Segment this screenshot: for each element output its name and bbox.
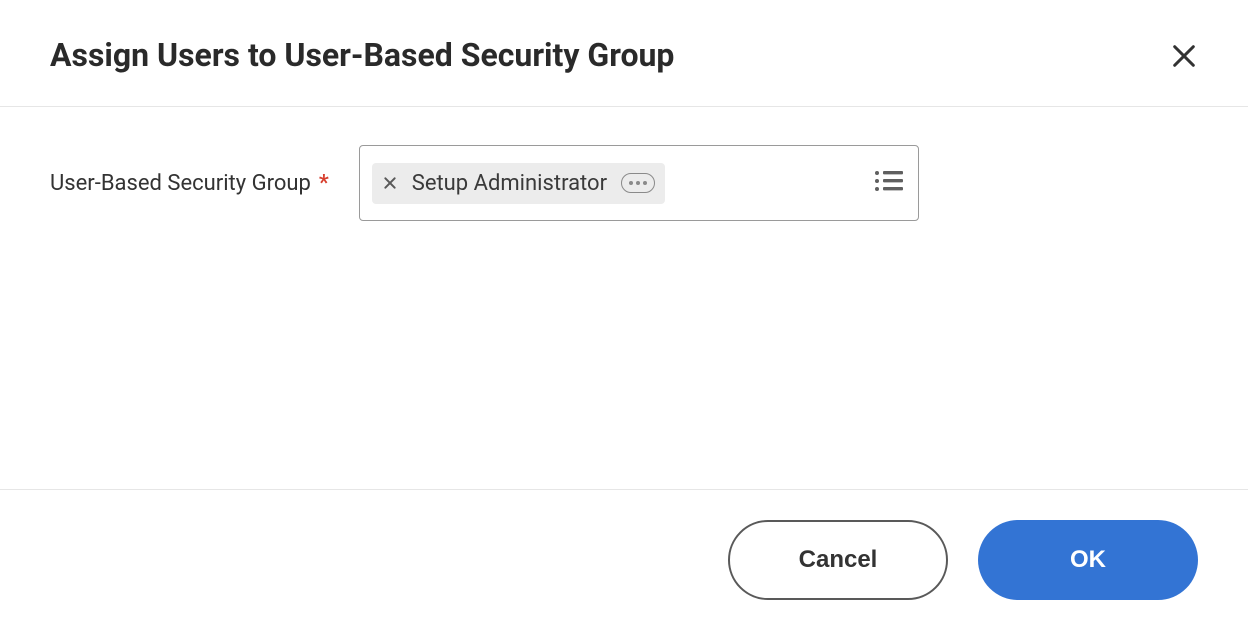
prompt-list-button[interactable]	[874, 169, 904, 197]
close-icon	[1170, 42, 1198, 70]
ellipsis-icon	[643, 181, 647, 185]
security-group-prompt[interactable]: Setup Administrator	[359, 145, 919, 221]
remove-selection-button[interactable]	[382, 175, 398, 191]
dialog-title: Assign Users to User-Based Security Grou…	[50, 36, 1198, 74]
dialog-footer: Cancel OK	[0, 489, 1248, 624]
list-icon	[874, 169, 904, 193]
field-label-text: User-Based Security Group	[50, 171, 311, 196]
field-label-security-group: User-Based Security Group *	[50, 171, 329, 196]
selected-value-pill: Setup Administrator	[372, 163, 665, 204]
selected-value-text: Setup Administrator	[412, 171, 607, 196]
cancel-button[interactable]: Cancel	[728, 520, 948, 600]
ellipsis-icon	[636, 181, 640, 185]
dialog-header: Assign Users to User-Based Security Grou…	[0, 0, 1248, 107]
ellipsis-icon	[629, 181, 633, 185]
x-icon	[382, 175, 398, 191]
dialog-body: User-Based Security Group * Setup Admini…	[0, 107, 1248, 221]
ok-button[interactable]: OK	[978, 520, 1198, 600]
field-row-security-group: User-Based Security Group * Setup Admini…	[50, 145, 1198, 221]
related-actions-button[interactable]	[621, 173, 655, 193]
required-indicator: *	[319, 171, 329, 196]
close-button[interactable]	[1164, 36, 1204, 76]
